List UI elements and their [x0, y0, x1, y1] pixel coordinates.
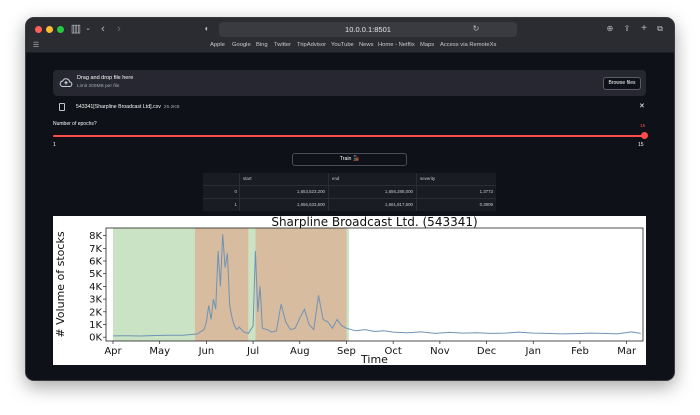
x-tick-label: Jul	[246, 346, 259, 357]
volume-chart-svg: 0K1K2K3K4K5K6K7K8KApr May Jun Jul Aug Sep Oct N…	[54, 216, 644, 365]
remove-file-icon[interactable]: ✕	[639, 102, 645, 110]
x-axis-label: Time	[360, 353, 388, 365]
bookmark-remotexs[interactable]: Access via RemoteXs	[440, 42, 496, 48]
cloud-upload-icon	[59, 78, 73, 88]
bookmark-google[interactable]: Google	[232, 42, 251, 48]
epochs-slider-min: 1	[53, 142, 56, 148]
x-tick-label: Jun	[198, 346, 215, 357]
chevron-down-icon[interactable]: ⌄	[84, 22, 92, 36]
x-tick-label: Mar	[617, 346, 637, 357]
y-tick-label: 8K	[89, 231, 102, 242]
anomaly-region	[255, 228, 347, 341]
y-axis-label: # Volume of stocks	[54, 231, 67, 337]
y-tick-label: 6K	[89, 257, 102, 268]
bookmark-tripadvisor[interactable]: TripAdvisor	[297, 42, 326, 48]
tab-overview-icon[interactable]: ⧉	[655, 22, 665, 36]
uploaded-file: 543341[Sharpline Broadcast Ltd].csv 25.2K…	[59, 103, 645, 113]
x-tick-label: Dec	[477, 346, 496, 357]
privacy-shield-icon[interactable]: ◐	[202, 22, 212, 36]
bookmark-netflix[interactable]: Home - Netflix	[378, 42, 415, 48]
browser-window: ▥ ⌄ ‹ › ◐ 10.0.0.1:8501 ↻ ⊕ ⇪ + ⧉ ☰ Appl…	[25, 17, 675, 381]
back-icon[interactable]: ‹	[98, 22, 108, 36]
bookmark-apple[interactable]: Apple	[210, 42, 225, 48]
cell-end: 1,661,817,600	[384, 202, 413, 207]
train-button[interactable]: Train 🚂	[292, 153, 407, 166]
cell-start: 1,656,633,600	[296, 202, 325, 207]
uploader-title: Drag and drop file here	[77, 75, 134, 81]
bookmark-twitter[interactable]: Twitter	[274, 42, 291, 48]
x-tick-label: Feb	[571, 346, 589, 357]
anomaly-region	[194, 228, 249, 341]
bookmark-news[interactable]: News	[359, 42, 374, 48]
results-table: start end severity 0 1,653,523,200 1,656…	[203, 173, 496, 211]
minimize-window-button[interactable]	[46, 26, 53, 33]
title-bar: ▥ ⌄ ‹ › ◐ 10.0.0.1:8501 ↻ ⊕ ⇪ + ⧉	[26, 18, 674, 40]
x-tick-label: Nov	[430, 346, 450, 357]
chart-title: Sharpline Broadcast Ltd. (543341)	[271, 216, 477, 229]
volume-chart: 0K 1K 2K 3K 4K 5K 6K 7K 8K Apr May Jun Jul Aug Sep Oct N…	[53, 216, 646, 365]
browse-files-button[interactable]: Browse files	[603, 77, 641, 90]
epochs-slider-thumb[interactable]	[641, 132, 648, 139]
epochs-slider-label: Number of epochs?	[53, 121, 97, 127]
file-size: 25.2KB	[163, 105, 180, 110]
app-content: Drag and drop file here Limit 200MB per …	[26, 53, 674, 380]
bookmarks-bar: ☰ Apple Google Bing Twitter TripAdvisor …	[26, 40, 674, 53]
cell-start: 1,653,523,200	[296, 189, 325, 194]
x-tick-label: Sep	[337, 346, 356, 357]
bookmarks-grid-icon[interactable]: ☰	[32, 40, 40, 52]
anomaly-region	[346, 228, 349, 341]
column-header-start: start	[243, 176, 252, 181]
x-tick-label: Jan	[525, 346, 541, 357]
y-tick-label: 7K	[89, 244, 102, 255]
file-name-text: 543341[Sharpline Broadcast Ltd].csv	[76, 104, 161, 110]
epochs-slider-max: 15	[638, 142, 644, 148]
row-index: 1	[234, 202, 237, 207]
x-tick-label: Apr	[104, 346, 122, 357]
close-window-button[interactable]	[35, 26, 42, 33]
file-uploader[interactable]: Drag and drop file here Limit 200MB per …	[53, 70, 646, 96]
y-tick-label: 3K	[89, 295, 102, 306]
bookmark-youtube[interactable]: YouTube	[331, 42, 354, 48]
y-tick-label: 4K	[89, 282, 102, 293]
row-index: 0	[234, 189, 237, 194]
file-icon	[59, 103, 65, 111]
new-tab-icon[interactable]: +	[639, 22, 649, 36]
reload-icon[interactable]: ↻	[471, 22, 481, 36]
column-header-end: end	[332, 176, 340, 181]
y-tick-label: 1K	[89, 320, 102, 331]
download-icon[interactable]: ⊕	[605, 22, 615, 36]
file-name: 543341[Sharpline Broadcast Ltd].csv 25.2K…	[76, 104, 180, 110]
epochs-slider-value: 15	[640, 124, 646, 129]
y-tick-label: 2K	[89, 307, 102, 318]
bookmark-bing[interactable]: Bing	[256, 42, 268, 48]
y-tick-label: 0K	[89, 333, 102, 344]
anomaly-region	[113, 228, 195, 341]
share-icon[interactable]: ⇪	[622, 22, 632, 36]
sidebar-toggle-icon[interactable]: ▥	[70, 22, 82, 36]
cell-end: 1,656,288,000	[384, 189, 413, 194]
forward-icon[interactable]: ›	[114, 22, 124, 36]
bookmark-maps[interactable]: Maps	[420, 42, 434, 48]
epochs-slider-track[interactable]	[53, 135, 645, 137]
y-tick-label: 5K	[89, 269, 102, 280]
column-header-severity: severity	[420, 176, 436, 181]
x-tick-label: Aug	[290, 346, 310, 357]
x-tick-label: May	[149, 346, 170, 357]
cell-severity: 1.3773	[479, 189, 493, 194]
cell-severity: 0.3909	[479, 202, 493, 207]
uploader-limit: Limit 200MB per file	[77, 84, 120, 89]
maximize-window-button[interactable]	[57, 26, 64, 33]
